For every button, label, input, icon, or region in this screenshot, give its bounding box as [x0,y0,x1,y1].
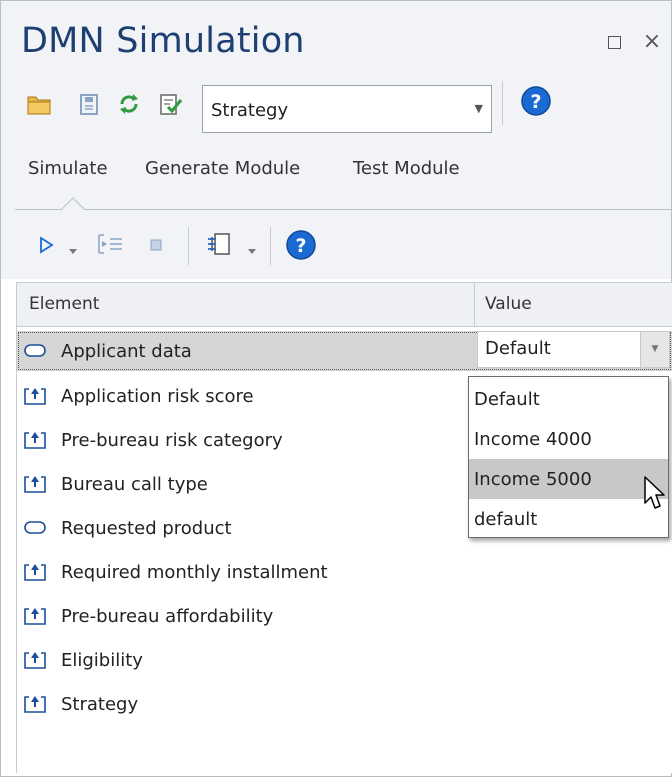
tab-generate-module[interactable]: Generate Module [145,158,300,179]
tab-bar: Simulate Generate Module Test Module [1,141,671,211]
dropdown-option-highlighted[interactable]: Income 5000 [469,459,668,499]
table-row[interactable]: Eligibility [17,640,672,680]
dmn-simulation-window: DMN Simulation × ? Strategy ▼ Simulate G… [0,0,672,777]
selected-tab-indicator [61,197,85,211]
decision-icon [24,474,46,494]
element-name: Applicant data [61,341,192,362]
title-bar: DMN Simulation × [1,1,671,79]
element-name: Requested product [61,518,232,539]
table-row[interactable]: Applicant data Default ▼ [17,331,672,371]
decision-icon [24,650,46,670]
value-dropdown-list: Default Income 4000 Income 5000 default [468,376,669,538]
value-select[interactable]: Default ▼ [477,331,670,368]
column-divider[interactable] [474,283,475,326]
tab-underline [15,209,671,210]
strategy-select-value: Strategy [211,100,289,121]
column-header-value[interactable]: Value [485,294,532,314]
element-name: Application risk score [61,386,254,407]
close-button[interactable]: × [641,31,663,53]
restore-icon [607,36,621,49]
table-row[interactable]: Required monthly installment [17,552,672,592]
table-row[interactable]: Pre-bureau affordability [17,596,672,636]
decision-icon [24,606,46,626]
folder-open-icon[interactable] [25,89,53,119]
mouse-pointer-icon [643,475,667,513]
element-name: Strategy [61,694,139,715]
help-icon[interactable]: ? [285,229,317,261]
element-name: Eligibility [61,650,143,671]
toolbar-separator [502,81,503,125]
svg-text:?: ? [295,235,306,257]
dropdown-icon[interactable] [67,241,79,254]
dropdown-option[interactable]: Default [469,379,668,419]
column-header-element[interactable]: Element [29,294,99,314]
restore-button[interactable] [603,31,625,53]
chevron-down-icon: ▼ [474,102,483,115]
value-select-value: Default [485,338,551,359]
tab-test-module[interactable]: Test Module [353,158,460,179]
dropdown-option[interactable]: Income 4000 [469,419,668,459]
decision-icon [24,694,46,714]
validate-icon[interactable] [156,89,184,119]
svg-text:?: ? [530,91,541,113]
simulation-toolbar: ? [1,211,671,279]
toolbar-separator [188,227,189,265]
input-data-icon [24,518,46,538]
table-row[interactable]: Strategy [17,684,672,724]
refresh-icon[interactable] [115,89,143,119]
stop-icon[interactable] [149,237,163,251]
dropdown-icon[interactable] [246,241,258,254]
grid-header: Element Value [17,283,672,327]
decision-icon [24,562,46,582]
decision-icon [24,386,46,406]
chevron-down-icon[interactable]: ▼ [640,332,669,367]
strategy-select[interactable]: Strategy ▼ [202,85,492,133]
help-icon[interactable]: ? [520,85,552,117]
decision-icon [24,430,46,450]
save-icon[interactable] [75,89,103,119]
element-name: Bureau call type [61,474,208,495]
element-name: Pre-bureau affordability [61,606,274,627]
element-name: Required monthly installment [61,562,328,583]
tab-simulate[interactable]: Simulate [28,158,108,179]
input-data-icon [24,341,46,361]
toolbar-separator [270,227,271,265]
step-icon[interactable] [96,231,126,257]
window-title: DMN Simulation [21,21,305,61]
dropdown-option[interactable]: default [469,499,668,539]
element-name: Pre-bureau risk category [61,430,283,451]
module-icon[interactable] [205,231,235,259]
run-icon[interactable] [39,235,55,255]
